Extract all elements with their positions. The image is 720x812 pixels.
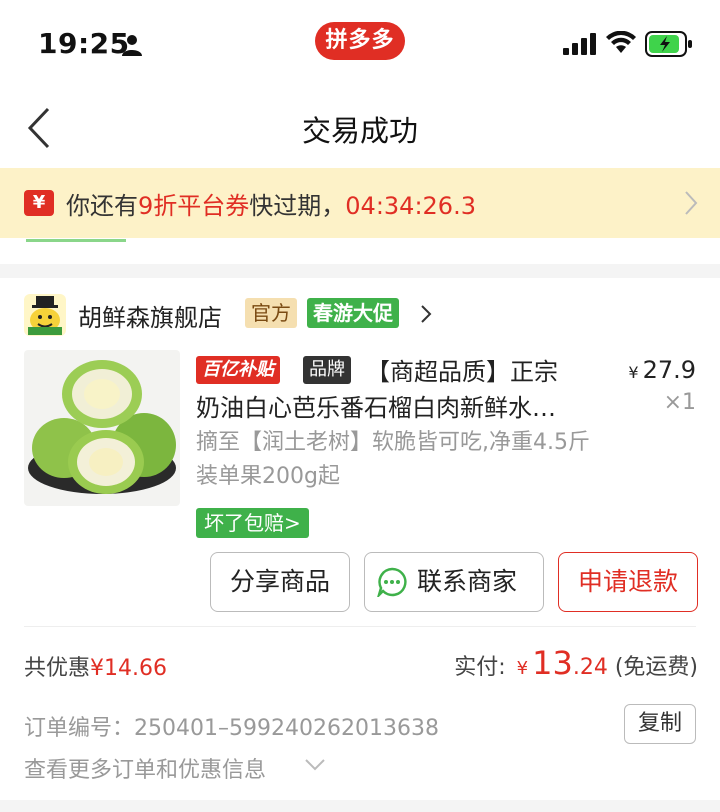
chevron-down-icon[interactable]: [304, 758, 326, 772]
status-time: 19:25: [38, 27, 130, 60]
app-badge: 拼多多: [315, 22, 405, 60]
chat-icon: [377, 567, 407, 597]
scrolled-content-fragment: [0, 238, 720, 264]
paid-label: 实付:: [454, 655, 506, 680]
discount-label: 共优惠: [24, 656, 91, 681]
price-value: 27.9: [642, 356, 696, 384]
paid-integer: 13: [532, 644, 573, 682]
divider: [24, 626, 696, 627]
request-refund-button[interactable]: 申请退款: [558, 552, 698, 612]
promo-tag: 春游大促: [307, 298, 399, 328]
amount-paid: 实付: ¥13.24 (免运费): [454, 644, 698, 682]
coupon-icon: ¥: [24, 190, 54, 216]
total-discount: 共优惠¥14.66: [24, 650, 167, 682]
official-tag: 官方: [245, 298, 297, 328]
paid-note: (免运费): [614, 655, 698, 680]
battery-icon: [645, 31, 692, 57]
signal-icon: [563, 33, 596, 55]
guava-image: [28, 360, 176, 494]
chevron-right-icon[interactable]: [420, 304, 432, 324]
coupon-expiry-banner[interactable]: ¥ 你还有9折平台券快过期，04:34:26.3: [0, 168, 720, 238]
chevron-right-icon: [685, 191, 698, 215]
wifi-icon: [606, 31, 636, 53]
page-title: 交易成功: [301, 114, 418, 148]
banner-countdown: 04:34:26.3: [345, 192, 476, 220]
product-image[interactable]: [24, 350, 180, 506]
product-spec: 摘至【润土老树】软脆皆可吃,净重4.5斤装单果200g起: [196, 430, 590, 489]
order-info-section: 订单编号：250401–599240262013638 复制 查看更多订单和优惠…: [0, 688, 720, 800]
nav-bar: 交易成功: [0, 88, 720, 168]
order-card: 胡鲜森旗舰店 官方 春游大促 【商超品质】正宗 奶油白心芭乐番石榴白肉新鲜水… …: [0, 278, 720, 688]
product-quantity: ×1: [663, 390, 696, 415]
order-number: 订单编号：250401–599240262013638: [24, 716, 439, 741]
contact-seller-button[interactable]: 联系商家: [364, 552, 544, 612]
product-title-line1: 【商超品质】正宗: [366, 358, 558, 386]
damage-guarantee-tag[interactable]: 坏了包赔>: [196, 508, 309, 538]
paid-symbol: ¥: [516, 658, 529, 679]
discount-value: ¥14.66: [90, 656, 167, 681]
store-logo-graphic: [28, 296, 62, 335]
banner-middle: 快过期，: [249, 192, 346, 220]
copy-button[interactable]: 复制: [624, 704, 696, 744]
store-name[interactable]: 胡鲜森旗舰店: [78, 298, 222, 333]
coupon-expiry-text: 你还有9折平台券快过期，04:34:26.3: [66, 186, 476, 221]
person-icon: [122, 35, 142, 56]
contact-seller-label: 联系商家: [417, 567, 518, 596]
banner-prefix: 你还有: [66, 192, 138, 220]
more-order-info-link[interactable]: 查看更多订单和优惠信息: [24, 752, 266, 784]
price-symbol: ¥: [628, 363, 639, 382]
status-bar: 19:25 拼多多: [0, 0, 720, 88]
product-price: ¥27.9: [628, 356, 696, 384]
brand-badge: 品牌: [303, 356, 351, 384]
banner-coupon-name: 9折平台券: [138, 192, 250, 220]
product-title-line2: 奶油白心芭乐番石榴白肉新鲜水…: [196, 394, 556, 422]
subsidy-badge: 百亿补贴: [196, 356, 280, 384]
paid-decimal: .24: [572, 655, 608, 680]
share-product-button[interactable]: 分享商品: [210, 552, 350, 612]
store-logo[interactable]: [24, 294, 66, 336]
